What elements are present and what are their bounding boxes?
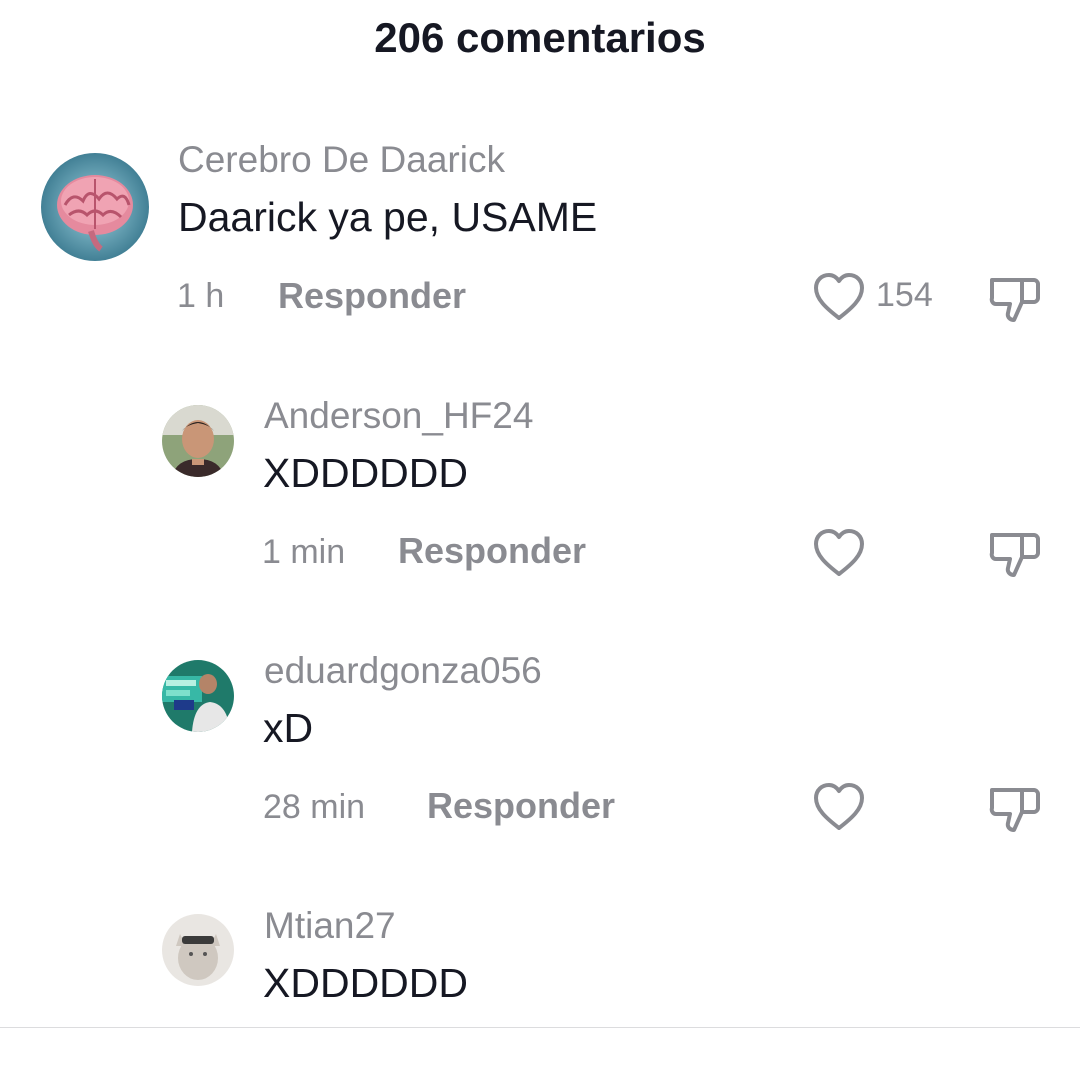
- brain-avatar-icon: [41, 153, 149, 261]
- person-avatar-icon: [162, 660, 234, 732]
- comments-count-title: 206 comentarios: [374, 14, 706, 61]
- comment-username[interactable]: Anderson_HF24: [264, 394, 533, 438]
- heart-icon: [814, 273, 864, 320]
- cat-avatar-icon: [162, 914, 234, 986]
- comment-username[interactable]: Cerebro De Daarick: [178, 138, 505, 182]
- comment-time: 1 h: [177, 277, 225, 315]
- reply-button[interactable]: Responder: [427, 784, 615, 828]
- thumbs-down-icon: [989, 278, 1040, 322]
- comment-time: 1 min: [262, 533, 346, 571]
- divider: [0, 1027, 1080, 1028]
- comment-text: XDDDDDD: [263, 450, 468, 496]
- reply-button[interactable]: Responder: [398, 529, 586, 573]
- heart-icon: [814, 783, 864, 830]
- comment-text: XDDDDDD: [263, 960, 468, 1006]
- avatar[interactable]: [162, 660, 234, 732]
- like-count: 154: [876, 276, 933, 314]
- heart-icon: [814, 529, 864, 576]
- like-button[interactable]: [812, 272, 872, 326]
- comment-time: 28 min: [263, 788, 366, 826]
- comment-username[interactable]: eduardgonza056: [264, 649, 542, 693]
- comment-text: xD: [263, 705, 314, 751]
- like-button[interactable]: [812, 782, 872, 836]
- comment-username[interactable]: Mtian27: [264, 904, 396, 948]
- comment-text: Daarick ya pe, USAME: [178, 194, 598, 240]
- avatar[interactable]: [41, 153, 149, 261]
- thumbs-down-icon: [989, 788, 1040, 832]
- dislike-button[interactable]: [986, 270, 1046, 330]
- avatar[interactable]: [162, 914, 234, 986]
- dislike-button[interactable]: [986, 780, 1046, 840]
- avatar[interactable]: [162, 405, 234, 477]
- person-avatar-icon: [162, 405, 234, 477]
- like-button[interactable]: [812, 528, 872, 582]
- thumbs-down-icon: [989, 533, 1040, 577]
- dislike-button[interactable]: [986, 525, 1046, 585]
- reply-button[interactable]: Responder: [278, 274, 466, 318]
